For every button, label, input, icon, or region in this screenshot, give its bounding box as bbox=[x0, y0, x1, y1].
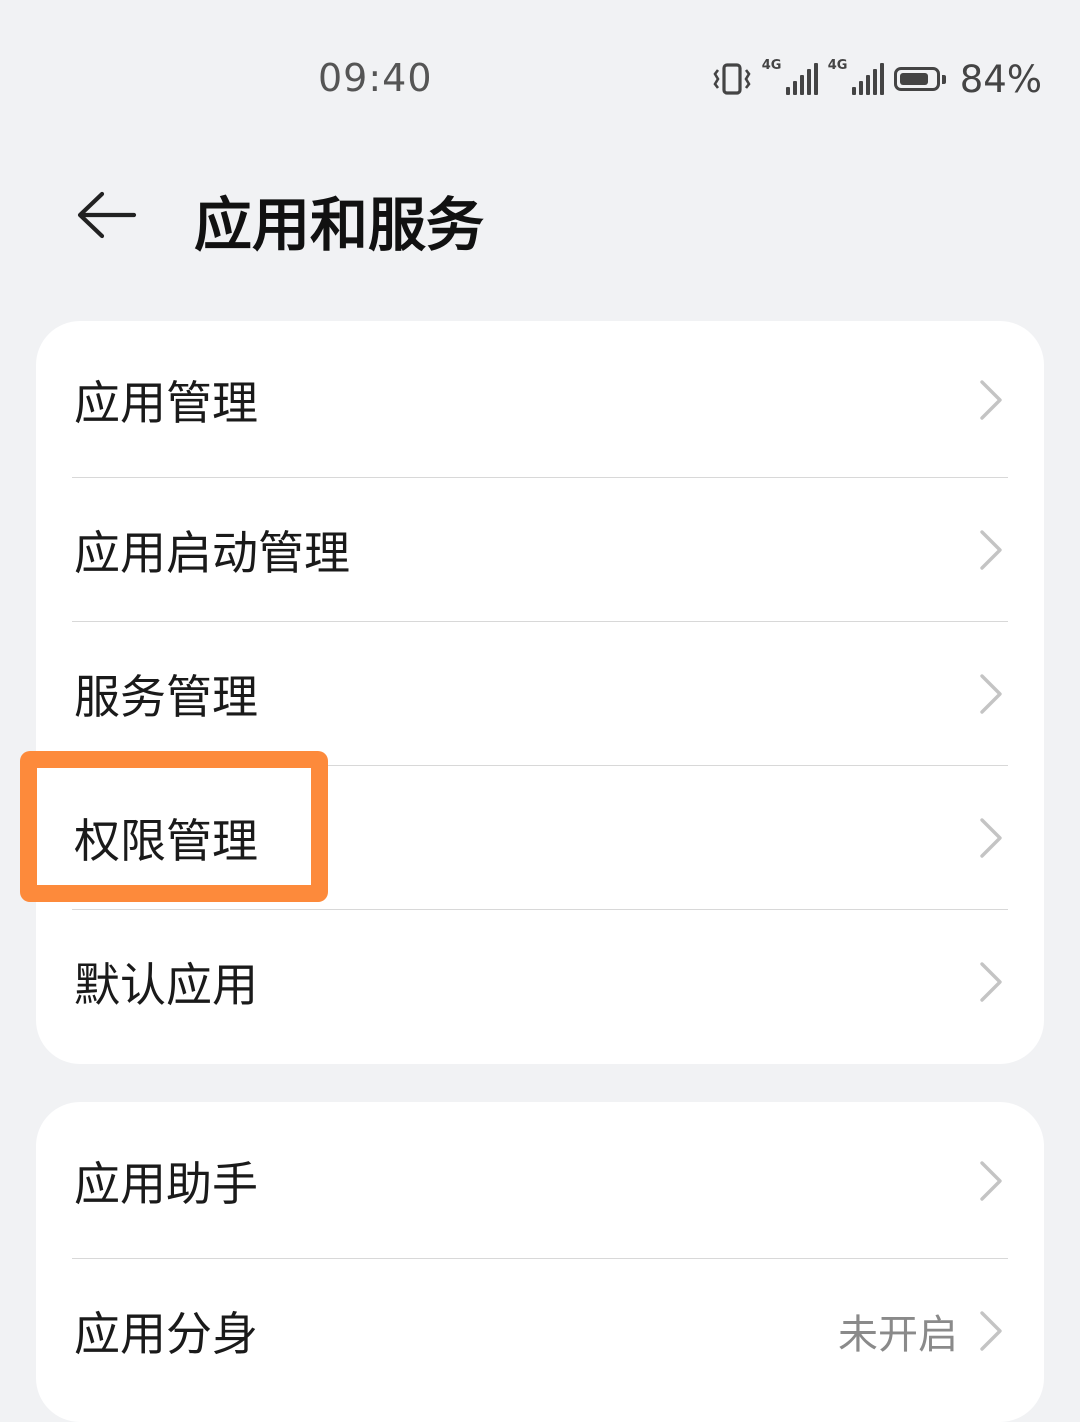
vibrate-icon bbox=[713, 63, 751, 95]
cellular-signal-1-icon: 4G bbox=[762, 59, 818, 95]
settings-group-2: 应用助手 应用分身 未开启 bbox=[36, 1102, 1044, 1422]
item-label: 应用助手 bbox=[74, 1156, 258, 1211]
default-apps-item[interactable]: 默认应用 bbox=[36, 910, 1044, 1054]
settings-group-1: 应用管理 应用启动管理 服务管理 权限管理 默认应用 bbox=[36, 321, 1044, 1064]
item-label: 权限管理 bbox=[74, 814, 258, 868]
chevron-right-icon bbox=[980, 1311, 1002, 1351]
item-status-value: 未开启 bbox=[838, 1312, 958, 1358]
page-title: 应用和服务 bbox=[194, 191, 485, 259]
item-label: 默认应用 bbox=[74, 958, 258, 1012]
item-label: 应用管理 bbox=[74, 375, 258, 430]
app-twin-item[interactable]: 应用分身 未开启 bbox=[36, 1259, 1044, 1403]
app-header: 应用和服务 bbox=[0, 150, 1080, 280]
app-assistant-item[interactable]: 应用助手 bbox=[36, 1102, 1044, 1259]
network-type-label: 4G bbox=[827, 58, 848, 73]
chevron-right-icon bbox=[980, 1160, 1002, 1201]
permission-management-item[interactable]: 权限管理 bbox=[36, 766, 1044, 910]
cellular-signal-2-icon: 4G bbox=[828, 59, 884, 95]
chevron-right-icon bbox=[980, 379, 1002, 420]
service-management-item[interactable]: 服务管理 bbox=[36, 622, 1044, 766]
app-launch-management-item[interactable]: 应用启动管理 bbox=[36, 478, 1044, 622]
chevron-right-icon bbox=[980, 818, 1002, 858]
chevron-right-icon bbox=[980, 674, 1002, 714]
status-bar: 09:40 4G 4G 84% bbox=[0, 0, 1080, 160]
chevron-right-icon bbox=[980, 530, 1002, 570]
app-management-item[interactable]: 应用管理 bbox=[36, 321, 1044, 478]
item-label: 应用分身 bbox=[74, 1307, 258, 1361]
status-time: 09:40 bbox=[318, 56, 433, 100]
status-icons: 4G 4G 84% bbox=[712, 56, 1042, 102]
network-type-label: 4G bbox=[761, 58, 782, 73]
back-arrow-icon[interactable] bbox=[72, 180, 142, 250]
chevron-right-icon bbox=[980, 962, 1002, 1002]
item-label: 服务管理 bbox=[74, 670, 258, 724]
battery-fill bbox=[899, 73, 929, 85]
battery-icon bbox=[893, 67, 946, 91]
battery-percent: 84% bbox=[959, 57, 1042, 101]
item-label: 应用启动管理 bbox=[74, 526, 350, 580]
